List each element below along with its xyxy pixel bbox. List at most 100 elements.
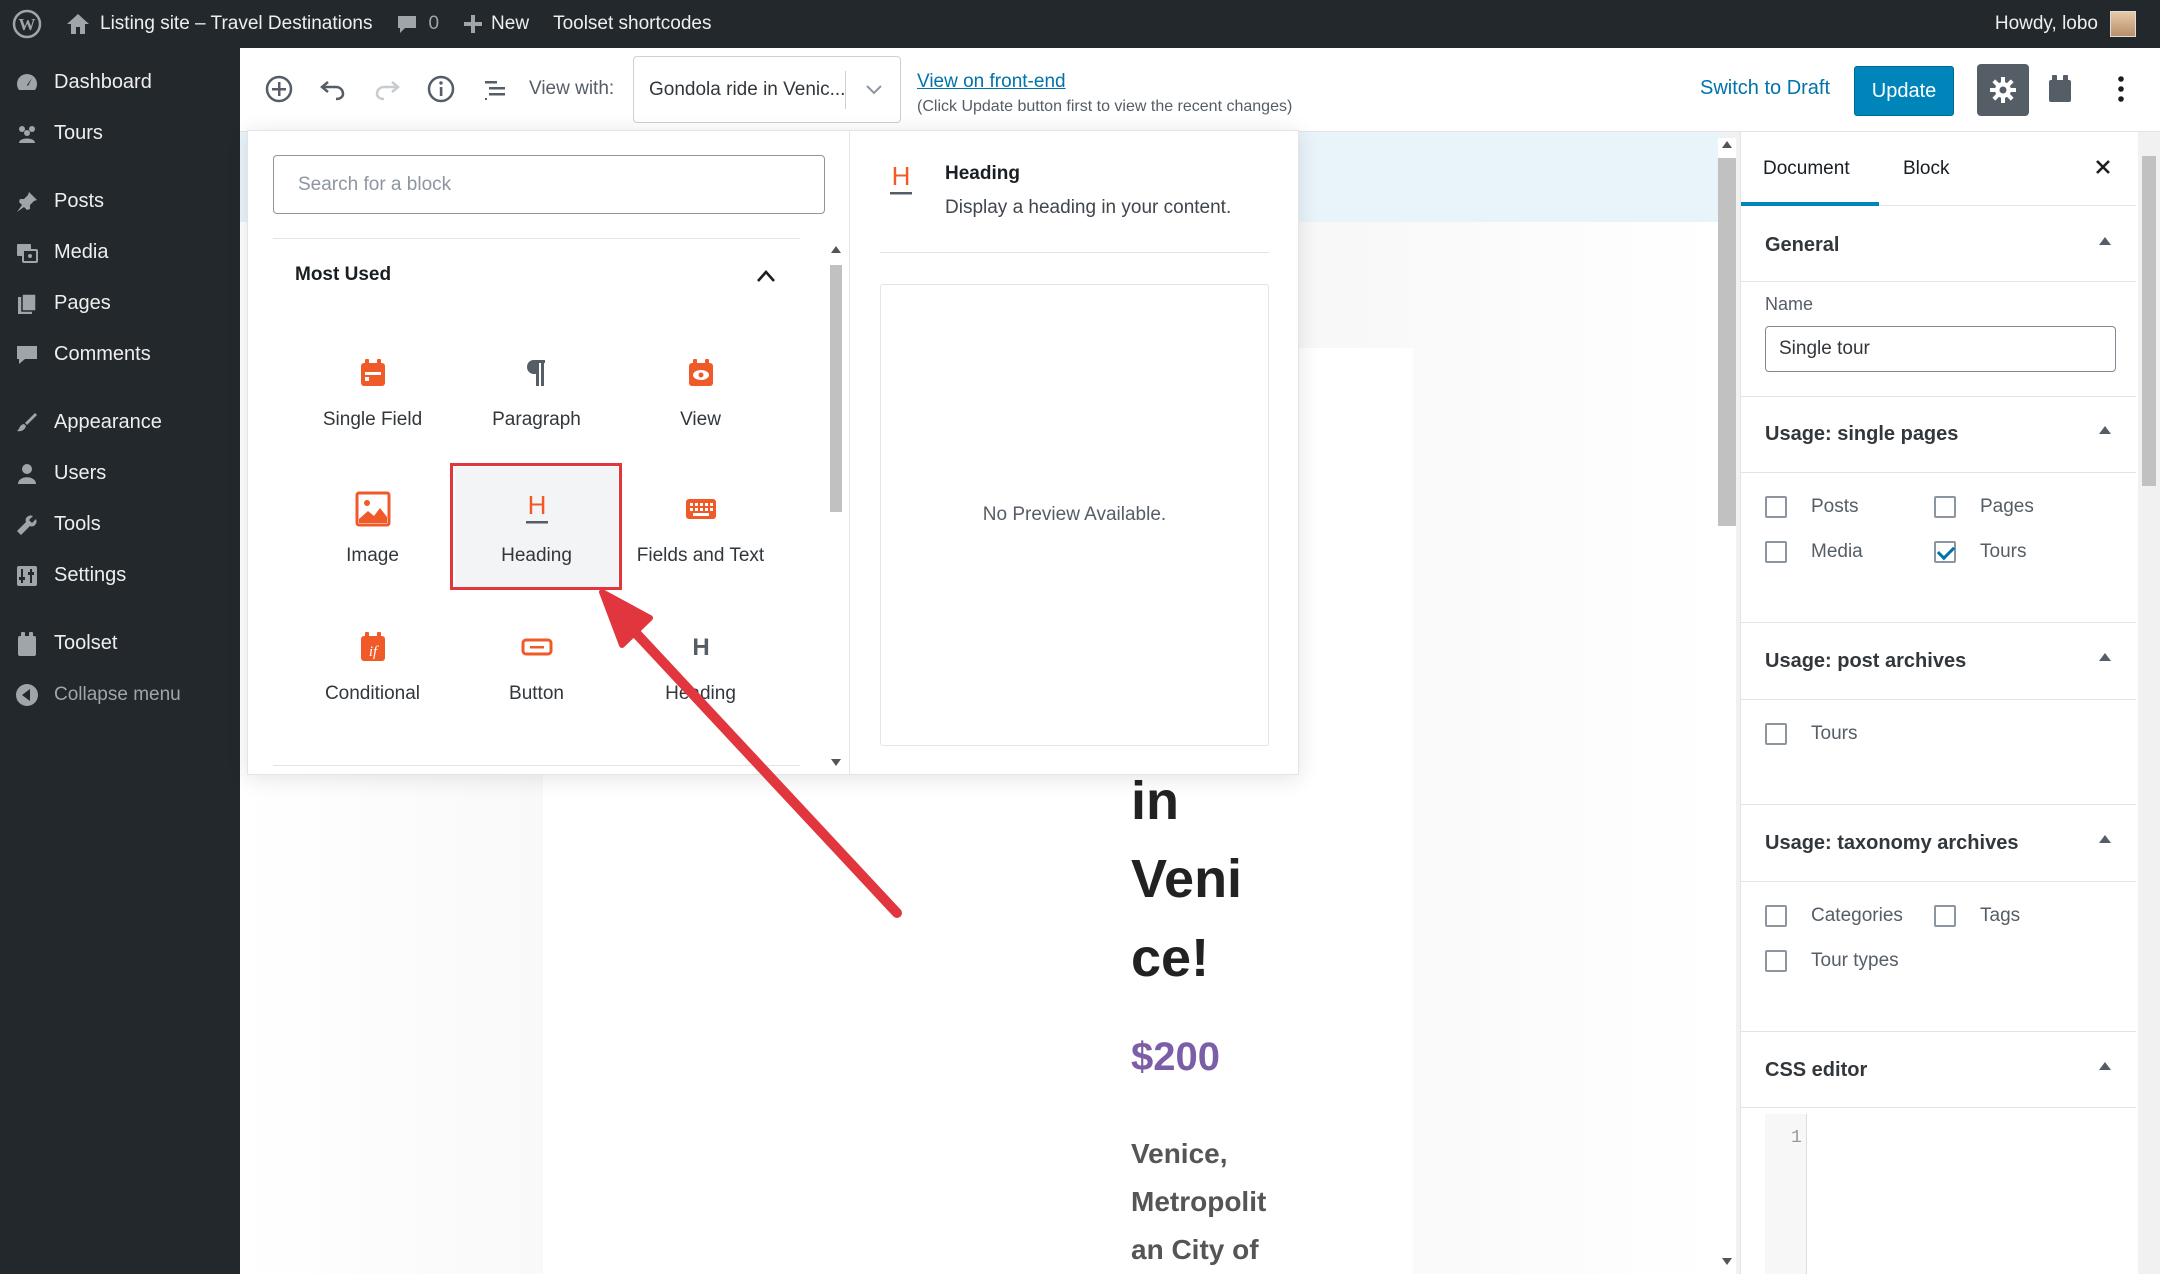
view-with-select[interactable]: Gondola ride in Venic... bbox=[633, 56, 901, 123]
usage-archives-title[interactable]: Usage: post archives bbox=[1765, 650, 1966, 673]
close-icon[interactable] bbox=[2092, 156, 2114, 178]
content-info-button[interactable] bbox=[422, 70, 460, 108]
checkbox-label: Posts bbox=[1811, 496, 1859, 517]
tour-title-line[interactable]: Veni bbox=[1131, 848, 1242, 910]
site-name-link[interactable]: Listing site – Travel Destinations bbox=[54, 0, 384, 48]
checkbox-box[interactable] bbox=[1765, 496, 1787, 518]
scroll-down-arrow-icon[interactable] bbox=[830, 757, 842, 767]
menu-item-settings[interactable]: Settings bbox=[0, 550, 240, 601]
heading-core-icon: H bbox=[690, 627, 712, 667]
comments-count: 0 bbox=[428, 13, 440, 34]
menu-item-dashboard[interactable]: Dashboard bbox=[0, 57, 240, 108]
redo-button[interactable] bbox=[368, 70, 406, 108]
block-button[interactable]: Button bbox=[455, 605, 618, 728]
canvas-scrollbar-thumb[interactable] bbox=[1718, 158, 1736, 526]
tour-title-line[interactable]: in bbox=[1131, 770, 1179, 832]
update-button[interactable]: Update bbox=[1854, 66, 1954, 116]
checkbox-tags[interactable]: Tags bbox=[1934, 905, 2020, 927]
menu-item-toolset[interactable]: Toolset bbox=[0, 618, 240, 669]
paragraph-icon bbox=[525, 353, 549, 393]
tour-price[interactable]: $200 bbox=[1131, 1035, 1220, 1080]
menu-item-collapse[interactable]: Collapse menu bbox=[0, 669, 240, 720]
view-on-frontend-link[interactable]: View on front-end bbox=[917, 71, 1066, 93]
inserter-scrollbar[interactable] bbox=[826, 241, 846, 771]
name-field[interactable]: Single tour bbox=[1765, 326, 2116, 372]
block-navigation-button[interactable] bbox=[476, 70, 514, 108]
css-editor-title[interactable]: CSS editor bbox=[1765, 1059, 1867, 1082]
block-view[interactable]: View bbox=[619, 331, 782, 454]
caret-up-icon[interactable] bbox=[2099, 237, 2111, 245]
checkbox-media[interactable]: Media bbox=[1765, 541, 1863, 563]
checkbox-label: Media bbox=[1811, 541, 1863, 562]
menu-item-pages[interactable]: Pages bbox=[0, 278, 240, 329]
menu-item-label: Collapse menu bbox=[54, 683, 181, 705]
menu-item-tools[interactable]: Tools bbox=[0, 499, 240, 550]
block-label: Button bbox=[509, 683, 564, 704]
tour-location-line[interactable]: Metropolit bbox=[1131, 1186, 1266, 1218]
my-account-link[interactable]: Howdy, lobo bbox=[1983, 0, 2148, 48]
tour-location-line[interactable]: Venice, bbox=[1131, 1138, 1228, 1170]
general-section-title[interactable]: General bbox=[1765, 234, 1839, 257]
caret-up-icon[interactable] bbox=[2099, 835, 2111, 843]
menu-item-comments[interactable]: Comments bbox=[0, 329, 240, 380]
switch-to-draft-button[interactable]: Switch to Draft bbox=[1700, 77, 1830, 100]
select-divider bbox=[845, 71, 846, 109]
tour-title-line[interactable]: ce! bbox=[1131, 927, 1209, 989]
add-block-button[interactable] bbox=[260, 70, 298, 108]
menu-item-posts[interactable]: Posts bbox=[0, 176, 240, 227]
block-fields-and-text[interactable]: Fields and Text bbox=[619, 467, 782, 590]
checkbox-box-checked[interactable] bbox=[1934, 541, 1956, 563]
block-single-field[interactable]: Single Field bbox=[291, 331, 454, 454]
toolset-panel-button[interactable] bbox=[2041, 70, 2079, 108]
more-options-button[interactable] bbox=[2102, 70, 2140, 108]
site-name: Listing site – Travel Destinations bbox=[100, 13, 373, 34]
scroll-up-arrow-icon[interactable] bbox=[830, 245, 842, 255]
tab-block[interactable]: Block bbox=[1903, 158, 1949, 180]
checkbox-box[interactable] bbox=[1765, 541, 1787, 563]
block-heading-core[interactable]: H Heading bbox=[619, 605, 782, 728]
wordpress-logo-icon[interactable]: W bbox=[0, 0, 54, 48]
gear-icon bbox=[1990, 77, 2016, 103]
caret-up-icon[interactable] bbox=[2099, 426, 2111, 434]
block-paragraph[interactable]: Paragraph bbox=[455, 331, 618, 454]
divider bbox=[1741, 699, 2136, 700]
new-content-link[interactable]: New bbox=[451, 0, 541, 48]
comments-link[interactable]: 0 bbox=[384, 0, 451, 48]
toolset-icon bbox=[14, 631, 40, 657]
block-conditional[interactable]: if Conditional bbox=[291, 605, 454, 728]
checkbox-tour-types[interactable]: Tour types bbox=[1765, 950, 1899, 972]
block-label: Conditional bbox=[324, 683, 421, 704]
tab-document[interactable]: Document bbox=[1763, 158, 1850, 180]
menu-item-tours[interactable]: Tours bbox=[0, 108, 240, 159]
checkbox-box[interactable] bbox=[1934, 905, 1956, 927]
checkbox-pages[interactable]: Pages bbox=[1934, 496, 2034, 518]
scroll-up-arrow-icon[interactable] bbox=[1721, 140, 1733, 150]
checkbox-box[interactable] bbox=[1765, 905, 1787, 927]
menu-item-appearance[interactable]: Appearance bbox=[0, 397, 240, 448]
tour-location-line[interactable]: an City of bbox=[1131, 1234, 1259, 1266]
checkbox-box[interactable] bbox=[1934, 496, 1956, 518]
checkbox-archive-tours[interactable]: Tours bbox=[1765, 723, 1857, 745]
sidebar-scrollbar-thumb[interactable] bbox=[2142, 156, 2156, 486]
caret-up-icon[interactable] bbox=[2099, 653, 2111, 661]
settings-toggle-button[interactable] bbox=[1977, 64, 2029, 116]
usage-taxonomy-title[interactable]: Usage: taxonomy archives bbox=[1765, 832, 2018, 855]
menu-item-media[interactable]: Media bbox=[0, 227, 240, 278]
panel-collapse-toggle[interactable] bbox=[753, 263, 779, 289]
checkbox-tours[interactable]: Tours bbox=[1934, 541, 2026, 563]
scroll-down-arrow-icon[interactable] bbox=[1721, 1256, 1733, 1266]
inserter-scrollbar-thumb[interactable] bbox=[830, 265, 842, 512]
block-label: Single Field bbox=[322, 409, 423, 430]
menu-item-users[interactable]: Users bbox=[0, 448, 240, 499]
block-image[interactable]: Image bbox=[291, 467, 454, 590]
checkbox-posts[interactable]: Posts bbox=[1765, 496, 1859, 518]
sidebar-scrollbar[interactable] bbox=[2138, 132, 2160, 1274]
toolset-shortcodes-link[interactable]: Toolset shortcodes bbox=[541, 0, 723, 48]
block-search-input[interactable]: Search for a block bbox=[273, 155, 825, 214]
undo-button[interactable] bbox=[314, 70, 352, 108]
caret-up-icon[interactable] bbox=[2099, 1062, 2111, 1070]
checkbox-categories[interactable]: Categories bbox=[1765, 905, 1903, 927]
usage-single-title[interactable]: Usage: single pages bbox=[1765, 423, 1958, 446]
checkbox-box[interactable] bbox=[1765, 950, 1787, 972]
checkbox-box[interactable] bbox=[1765, 723, 1787, 745]
